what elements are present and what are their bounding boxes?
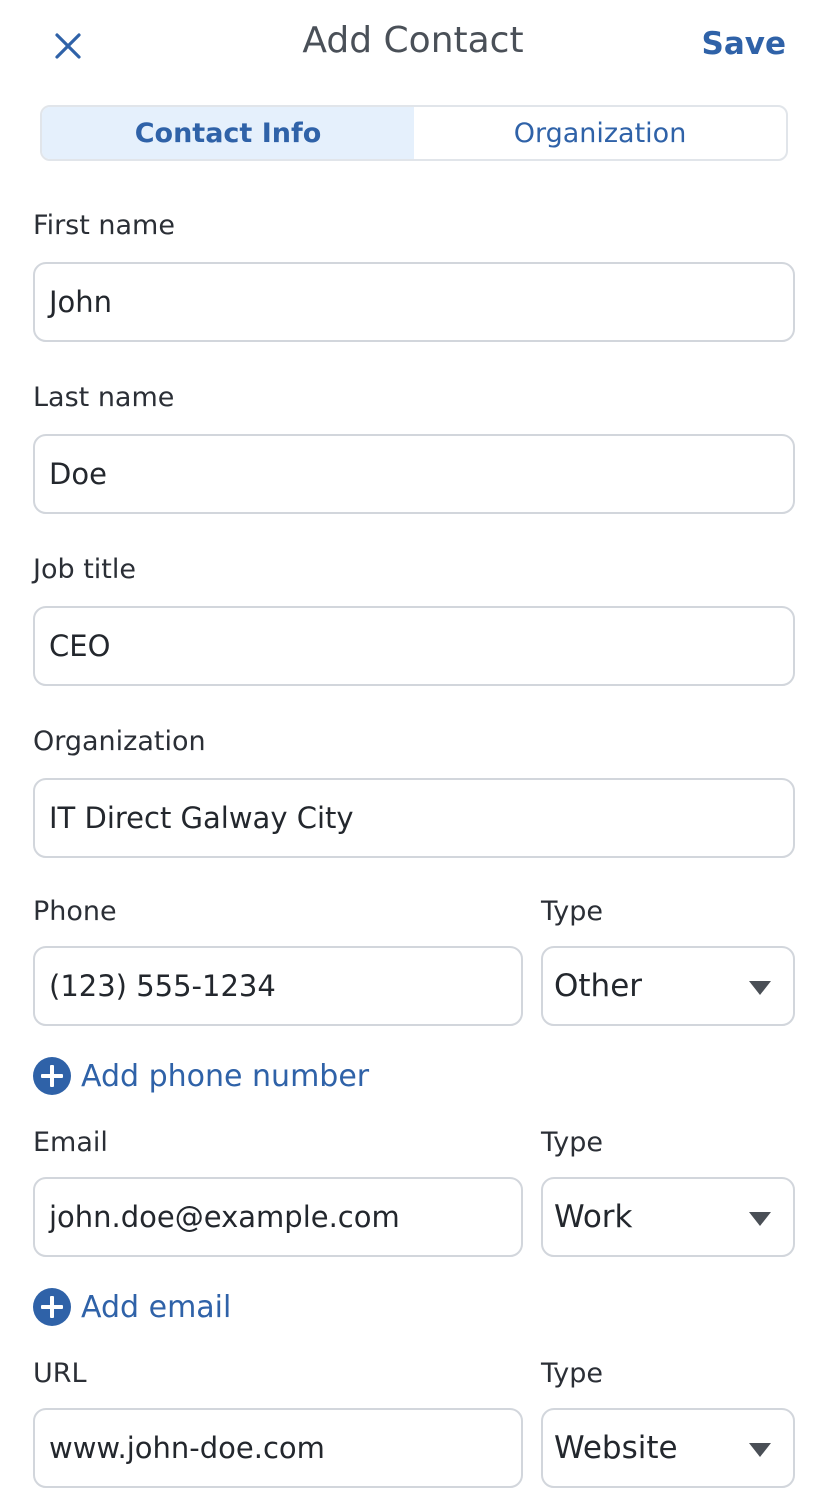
url-label: URL [33,1358,87,1389]
organization-label: Organization [33,726,206,757]
save-button[interactable]: Save [702,26,786,62]
job-title-input[interactable]: CEO [33,606,795,686]
url-type-value: Website [554,1430,678,1466]
phone-type-value: Other [554,968,643,1004]
add-email-label: Add email [81,1289,232,1325]
url-type-label: Type [541,1358,604,1389]
email-type-value: Work [554,1199,633,1235]
add-contact-screen: Add Contact Save Contact Info Organizati… [0,0,826,1504]
phone-type-label: Type [541,896,604,927]
segmented-tabs: Contact Info Organization [40,105,788,161]
plus-circle-icon [33,1057,71,1095]
url-type-select[interactable]: Website [541,1408,795,1488]
email-input[interactable]: john.doe@example.com [33,1177,523,1257]
add-email-button[interactable]: Add email [33,1288,231,1326]
last-name-label: Last name [33,382,175,413]
email-type-select[interactable]: Work [541,1177,795,1257]
phone-label: Phone [33,896,117,927]
chevron-down-icon [749,981,771,995]
job-title-label: Job title [33,554,136,585]
url-input[interactable]: www.john-doe.com [33,1408,523,1488]
tab-organization[interactable]: Organization [414,107,786,159]
last-name-input[interactable]: Doe [33,434,795,514]
header: Add Contact Save [0,0,826,92]
chevron-down-icon [749,1443,771,1457]
tab-contact-info[interactable]: Contact Info [42,107,414,159]
add-phone-button[interactable]: Add phone number [33,1057,369,1095]
first-name-label: First name [33,210,175,241]
add-phone-label: Add phone number [81,1058,370,1094]
chevron-down-icon [749,1212,771,1226]
first-name-input[interactable]: John [33,262,795,342]
phone-input[interactable]: (123) 555-1234 [33,946,523,1026]
email-type-label: Type [541,1127,604,1158]
organization-input[interactable]: IT Direct Galway City [33,778,795,858]
plus-circle-icon [33,1288,71,1326]
phone-type-select[interactable]: Other [541,946,795,1026]
email-label: Email [33,1127,108,1158]
